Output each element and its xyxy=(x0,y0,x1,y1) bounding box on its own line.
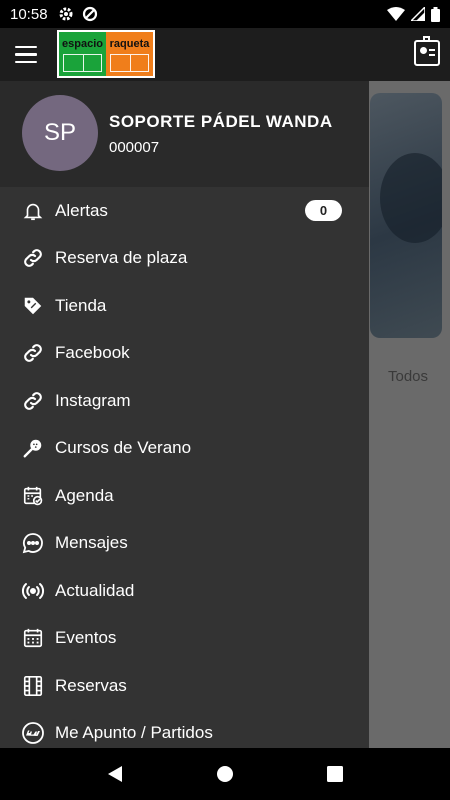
menu-item-label: Alertas xyxy=(55,200,108,220)
wifi-icon xyxy=(387,7,405,21)
logo-text-left: espacio xyxy=(62,38,103,50)
app-logo[interactable]: espacio raqueta xyxy=(57,30,155,78)
link-icon xyxy=(21,341,45,365)
system-nav-bar xyxy=(0,748,450,800)
menu-item-reserva-de-plaza[interactable]: Reserva de plaza xyxy=(0,235,369,283)
menu-item-cursos-de-verano[interactable]: Cursos de Verano xyxy=(0,425,369,473)
featured-image-card xyxy=(370,93,442,338)
menu-item-label: Me Apunto / Partidos xyxy=(55,723,213,743)
link-icon xyxy=(21,389,45,413)
link-icon xyxy=(21,246,45,270)
menu-item-label: Tienda xyxy=(55,295,107,315)
back-icon[interactable] xyxy=(103,762,127,786)
chat-icon xyxy=(21,531,45,555)
settings-icon xyxy=(58,6,74,22)
app-bar: espacio raqueta xyxy=(0,28,450,81)
menu-icon[interactable] xyxy=(0,28,52,81)
menu-item-alertas[interactable]: Alertas 0 xyxy=(0,187,369,235)
status-time: 10:58 xyxy=(10,5,48,23)
data-saver-icon xyxy=(82,6,98,22)
film-icon xyxy=(21,674,45,698)
filter-label: Todos xyxy=(388,368,429,385)
bell-icon xyxy=(21,199,45,223)
recents-icon[interactable] xyxy=(323,762,347,786)
battery-icon xyxy=(431,6,440,22)
menu-item-agenda[interactable]: Agenda xyxy=(0,472,369,520)
signal-icon xyxy=(411,7,425,21)
menu-item-tienda[interactable]: Tienda xyxy=(0,282,369,330)
calendar-check-icon xyxy=(21,484,45,508)
tag-icon xyxy=(21,294,45,318)
navigation-drawer: SP SOPORTE PÁDEL WANDA 000007 Alertas 0 … xyxy=(0,81,369,748)
menu-item-label: Eventos xyxy=(55,628,117,648)
menu-item-me-apunto-partidos[interactable]: Me Apunto / Partidos xyxy=(0,710,369,749)
broadcast-icon xyxy=(21,579,45,603)
menu-item-label: Mensajes xyxy=(55,533,128,553)
drawer-menu: Alertas 0 Reserva de plaza Tienda Facebo… xyxy=(0,187,369,748)
logo-text-right: raqueta xyxy=(109,38,150,50)
menu-item-label: Facebook xyxy=(55,343,130,363)
menu-item-actualidad[interactable]: Actualidad xyxy=(0,567,369,615)
calendar-grid-icon xyxy=(21,626,45,650)
menu-item-label: Reserva de plaza xyxy=(55,248,188,268)
user-id: 000007 xyxy=(109,139,160,156)
menu-item-label: Reservas xyxy=(55,675,127,695)
menu-item-label: Instagram xyxy=(55,390,131,410)
status-bar: 10:58 xyxy=(0,0,450,28)
alert-count-badge: 0 xyxy=(305,200,342,222)
drawer-header: SP SOPORTE PÁDEL WANDA 000007 xyxy=(0,81,369,187)
menu-item-mensajes[interactable]: Mensajes xyxy=(0,520,369,568)
menu-item-facebook[interactable]: Facebook xyxy=(0,330,369,378)
user-name: SOPORTE PÁDEL WANDA xyxy=(109,112,333,131)
home-icon[interactable] xyxy=(213,762,237,786)
menu-item-label: Agenda xyxy=(55,485,114,505)
racket-icon xyxy=(21,436,45,460)
member-card-icon[interactable] xyxy=(414,36,440,66)
avatar[interactable]: SP xyxy=(22,95,98,171)
menu-item-instagram[interactable]: Instagram xyxy=(0,377,369,425)
menu-item-reservas[interactable]: Reservas xyxy=(0,662,369,710)
menu-item-eventos[interactable]: Eventos xyxy=(0,615,369,663)
menu-item-label: Cursos de Verano xyxy=(55,438,192,458)
menu-item-label: Actualidad xyxy=(55,580,135,600)
play-icon xyxy=(21,721,45,745)
